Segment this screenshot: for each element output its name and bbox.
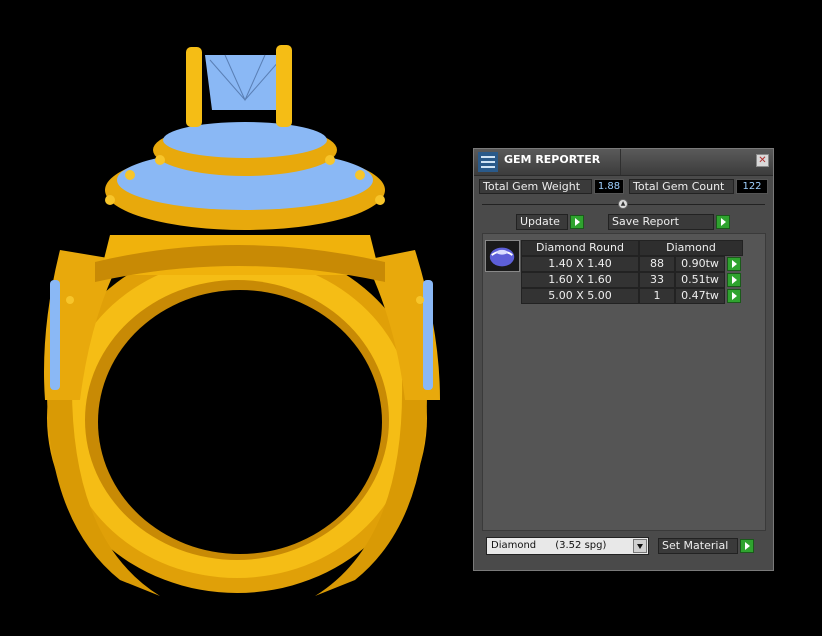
total-weight-value: 1.88 (594, 179, 624, 194)
material-select-value: Diamond (3.52 spg) (491, 540, 607, 551)
dropdown-arrow-icon[interactable] (633, 539, 647, 553)
row-count: 33 (639, 272, 675, 288)
total-count-value: 122 (736, 179, 768, 194)
collapse-icon[interactable]: ▲ (618, 199, 628, 209)
row-weight: 0.51tw (675, 272, 725, 288)
update-button[interactable]: Update (516, 214, 568, 230)
header-material: Diamond (639, 240, 743, 256)
round-gem-icon (485, 240, 520, 272)
row-count: 1 (639, 288, 675, 304)
row-size: 5.00 X 5.00 (521, 288, 639, 304)
panel-title: GEM REPORTER (504, 153, 601, 166)
save-report-button[interactable]: Save Report (608, 214, 714, 230)
set-material-go-arrow-icon[interactable] (740, 539, 754, 553)
total-count-label: Total Gem Count (629, 179, 734, 194)
row-go-arrow-icon[interactable] (727, 273, 741, 287)
row-size: 1.60 X 1.60 (521, 272, 639, 288)
row-weight: 0.90tw (675, 256, 725, 272)
gem-reporter-panel: GEM REPORTER ✕ Total Gem Weight 1.88 Tot… (473, 148, 774, 571)
row-go-arrow-icon[interactable] (727, 257, 741, 271)
row-count: 88 (639, 256, 675, 272)
material-select[interactable]: Diamond (3.52 spg) (486, 537, 649, 555)
ring-model (44, 45, 440, 596)
gem-reporter-icon (478, 152, 498, 172)
gem-list: Diamond Round Diamond 1.40 X 1.40 88 0.9… (482, 233, 766, 531)
set-material-button[interactable]: Set Material (658, 538, 738, 554)
total-weight-label: Total Gem Weight (479, 179, 592, 194)
close-icon[interactable]: ✕ (756, 154, 769, 167)
header-cut: Diamond Round (521, 240, 639, 256)
title-separator (620, 149, 621, 175)
save-report-go-arrow-icon[interactable] (716, 215, 730, 229)
row-weight: 0.47tw (675, 288, 725, 304)
panel-titlebar[interactable]: GEM REPORTER ✕ (474, 149, 773, 176)
update-go-arrow-icon[interactable] (570, 215, 584, 229)
row-size: 1.40 X 1.40 (521, 256, 639, 272)
row-go-arrow-icon[interactable] (727, 289, 741, 303)
